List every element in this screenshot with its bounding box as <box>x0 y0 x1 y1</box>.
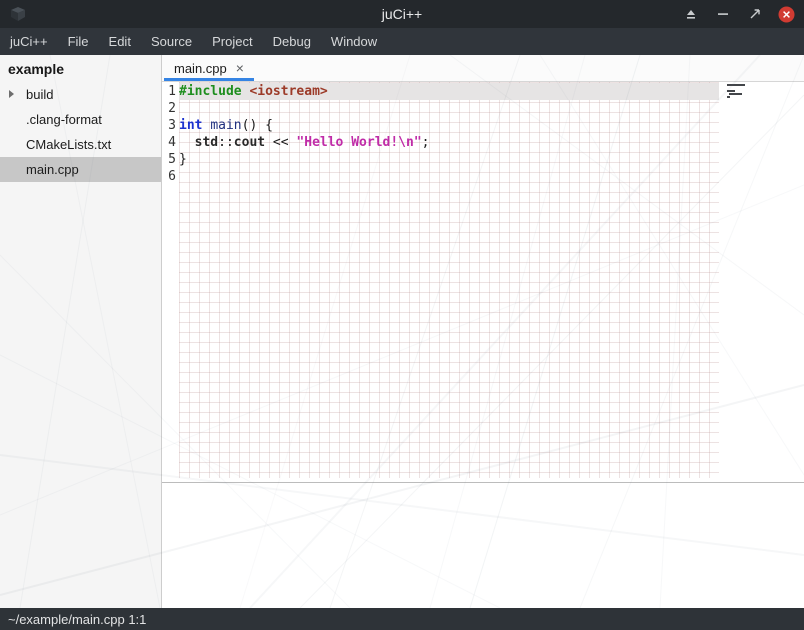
menu-item-edit[interactable]: Edit <box>99 28 141 55</box>
code-line <box>179 168 719 185</box>
minimap-line-mark <box>727 96 730 98</box>
token-var: cout <box>234 135 265 150</box>
menu-item-debug[interactable]: Debug <box>263 28 321 55</box>
line-number: 6 <box>162 168 176 185</box>
tree-item-label: main.cpp <box>26 162 79 177</box>
gutter: 123456 <box>162 82 179 482</box>
line-number: 5 <box>162 151 176 168</box>
main-area: main.cpp× 123456 #include <iostream>int … <box>162 55 804 608</box>
token-plain: << <box>265 135 296 150</box>
tree-item-main-cpp[interactable]: main.cpp <box>0 157 161 182</box>
minimap-line-mark <box>729 93 742 95</box>
line-number: 1 <box>162 83 176 100</box>
tree-item-label: CMakeLists.txt <box>26 137 111 152</box>
app-icon <box>9 5 29 23</box>
terminal-panel[interactable] <box>162 482 804 608</box>
menu-item-window[interactable]: Window <box>321 28 387 55</box>
token-plain: } <box>179 152 187 167</box>
token-plain: ; <box>422 135 430 150</box>
token-ns: std <box>195 135 218 150</box>
title-bar: juCi++ <box>0 0 804 28</box>
eject-icon[interactable] <box>682 6 699 23</box>
tree-item-build[interactable]: build <box>0 82 161 107</box>
tab-label: main.cpp <box>174 61 227 76</box>
restore-icon[interactable] <box>746 6 763 23</box>
expander-icon[interactable] <box>9 90 14 98</box>
tab-bar: main.cpp × <box>162 55 804 82</box>
menu-bar: juCi++FileEditSourceProjectDebugWindow <box>0 28 804 55</box>
project-name: example <box>0 55 161 82</box>
status-bar: ~/example/main.cpp 1:1 <box>0 608 804 630</box>
status-file-position: ~/example/main.cpp 1:1 <box>8 612 146 627</box>
close-icon[interactable] <box>778 6 795 23</box>
token-func: main <box>210 118 241 133</box>
tree-item-label: .clang-format <box>26 112 102 127</box>
editor[interactable]: 123456 #include <iostream>int main() { s… <box>162 82 804 482</box>
code-line: int main() { <box>179 117 719 134</box>
code-area[interactable]: #include <iostream>int main() { std::cou… <box>179 82 719 478</box>
minimap-line-mark <box>727 90 735 92</box>
token-include: <iostream> <box>249 84 327 99</box>
code-line <box>179 100 719 117</box>
tab-main-cpp[interactable]: main.cpp × <box>164 55 254 81</box>
menu-item-project[interactable]: Project <box>202 28 262 55</box>
app-window: juCi++ <box>0 0 804 630</box>
menu-item-source[interactable]: Source <box>141 28 202 55</box>
menu-item-file[interactable]: File <box>58 28 99 55</box>
code-line: #include <iostream> <box>179 83 719 100</box>
line-number: 2 <box>162 100 176 117</box>
token-plain <box>179 135 195 150</box>
token-string: "Hello World!\n" <box>296 135 421 150</box>
tree-item-label: build <box>26 87 53 102</box>
line-number: 4 <box>162 134 176 151</box>
sidebar: example build .clang-format CMakeLists.txt… <box>0 55 162 608</box>
tab-close-icon[interactable]: × <box>236 61 244 75</box>
code-line: } <box>179 151 719 168</box>
tree-item-clang-format[interactable]: .clang-format <box>0 107 161 132</box>
content: example build .clang-format CMakeLists.txt… <box>0 55 804 608</box>
window-controls <box>682 6 795 23</box>
file-tree: build .clang-format CMakeLists.txt main.cpp <box>0 82 161 182</box>
menu-item-juci[interactable]: juCi++ <box>0 28 58 55</box>
token-plain: () { <box>242 118 273 133</box>
minimap[interactable] <box>719 84 804 482</box>
token-type: int <box>179 118 202 133</box>
line-number: 3 <box>162 117 176 134</box>
minimize-icon[interactable] <box>714 6 731 23</box>
tree-item-cmakelists-txt[interactable]: CMakeLists.txt <box>0 132 161 157</box>
token-preproc: #include <box>179 84 242 99</box>
minimap-line-mark <box>727 84 745 86</box>
token-plain: :: <box>218 135 234 150</box>
code-line: std::cout << "Hello World!\n"; <box>179 134 719 151</box>
